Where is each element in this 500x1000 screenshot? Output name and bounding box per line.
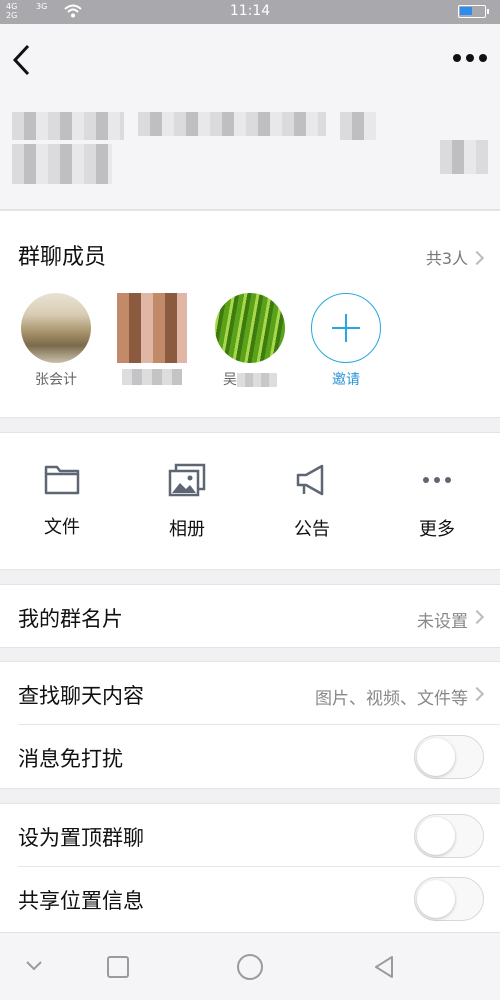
pin-row: 设为置顶群聊	[0, 803, 500, 867]
chevron-right-icon	[469, 609, 485, 625]
more-dots-icon[interactable]	[452, 50, 488, 66]
chevron-left-icon[interactable]	[10, 42, 34, 78]
invite-label: 邀请	[332, 372, 360, 388]
battery-icon	[458, 5, 489, 18]
more-horizontal-icon	[423, 477, 451, 483]
group-name-redacted	[12, 112, 124, 140]
tool-label: 文件	[44, 517, 80, 538]
share-location-toggle[interactable]	[414, 877, 484, 921]
invite-button[interactable]: 邀请	[306, 293, 386, 389]
member-item[interactable]: 张会计	[16, 293, 96, 389]
folder-icon	[44, 465, 80, 495]
back-triangle-icon[interactable]	[372, 955, 396, 979]
megaphone-icon	[296, 464, 324, 496]
members-count[interactable]: 共3人	[426, 245, 468, 269]
group-header[interactable]	[0, 100, 500, 210]
tool-label: 相册	[169, 519, 205, 540]
row-title: 共享位置信息	[18, 889, 144, 913]
chevron-right-icon	[469, 250, 485, 266]
avatar	[215, 293, 285, 363]
share-location-row: 共享位置信息	[0, 867, 500, 932]
recent-apps-icon[interactable]	[106, 955, 130, 979]
home-icon[interactable]	[236, 953, 264, 981]
row-value: 未设置	[417, 612, 468, 632]
tools-section: 文件 相册 公告 更多	[0, 432, 500, 570]
members-section: 群聊成员 共3人 张会计 吴 邀请	[0, 210, 500, 418]
group-avatar-redacted	[440, 140, 488, 174]
avatar	[21, 293, 91, 363]
group-id-redacted	[12, 144, 112, 184]
row-title: 消息免打扰	[18, 747, 123, 771]
album-icon	[168, 463, 206, 497]
pin-toggle[interactable]	[414, 814, 484, 858]
member-name: 张会计	[35, 372, 77, 388]
members-title: 群聊成员	[18, 245, 107, 270]
tool-album[interactable]: 相册	[142, 463, 232, 541]
mute-row: 消息免打扰	[0, 725, 500, 789]
chevron-down-icon[interactable]	[24, 959, 44, 973]
member-item[interactable]: 吴	[210, 293, 290, 389]
group-name-redacted	[138, 112, 326, 136]
row-title: 查找聊天内容	[18, 684, 144, 708]
row-title: 设为置顶群聊	[18, 826, 144, 850]
tool-label: 更多	[419, 519, 455, 540]
status-time: 11:14	[229, 3, 271, 19]
mute-toggle[interactable]	[414, 735, 484, 779]
group-name-redacted	[340, 112, 376, 140]
avatar	[117, 293, 187, 363]
status-bar: 4G 2G 3G 11:14	[0, 0, 500, 24]
row-title: 我的群名片	[18, 607, 123, 631]
tool-announcement[interactable]: 公告	[267, 463, 357, 541]
tool-file[interactable]: 文件	[17, 463, 107, 539]
row-value: 图片、视频、文件等	[315, 689, 468, 709]
search-chat-row[interactable]: 查找聊天内容 图片、视频、文件等	[0, 661, 500, 725]
tool-label: 公告	[294, 519, 330, 540]
group-card-row[interactable]: 我的群名片 未设置	[0, 584, 500, 648]
member-name: 吴	[210, 369, 290, 389]
top-bar	[0, 24, 500, 100]
member-name-redacted	[112, 369, 192, 389]
system-nav-bar	[0, 932, 500, 1000]
tool-more[interactable]: 更多	[392, 463, 482, 541]
chevron-right-icon	[469, 686, 485, 702]
add-icon	[311, 293, 381, 363]
member-item[interactable]	[112, 293, 192, 389]
